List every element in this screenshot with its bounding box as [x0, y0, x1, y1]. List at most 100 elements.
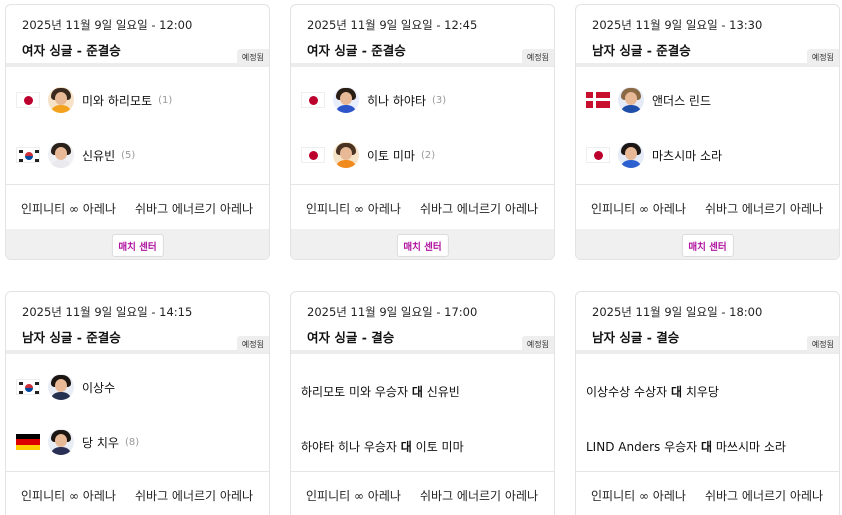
venue-name: 쉬바그 에너르기 아레나: [705, 489, 824, 503]
venue-row: 인피니티 ∞ 아레나 쉬바그 에너르기 아레나: [576, 472, 839, 515]
players-section: 히나 하야타 (3) 이토 미마 (2): [291, 67, 554, 185]
matchup-left: LIND Anders 우승자: [586, 440, 698, 454]
venue-row: 인피니티 ∞ 아레나 쉬바그 에너르기 아레나: [6, 185, 269, 229]
player-avatar: [48, 429, 74, 455]
venue-row: 인피니티 ∞ 아레나 쉬바그 에너르기 아레나: [291, 185, 554, 229]
player-avatar: [618, 87, 644, 113]
match-datetime: 2025년 11월 9일 일요일 - 17:00: [307, 305, 478, 319]
player-name: 신유빈: [82, 148, 116, 163]
venue-name: 쉬바그 에너르기 아레나: [135, 489, 254, 503]
match-card[interactable]: 2025년 11월 9일 일요일 - 12:00 여자 싱글 - 준결승 예정됨…: [5, 4, 270, 260]
korea-flag-icon: [16, 147, 40, 163]
japan-flag-icon: [16, 92, 40, 108]
venue-name: 인피니티 ∞ 아레나: [306, 202, 401, 216]
player-row[interactable]: 신유빈 (5): [16, 138, 135, 172]
match-card[interactable]: 2025년 11월 9일 일요일 - 13:30 남자 싱글 - 준결승 예정됨…: [575, 4, 840, 260]
match-center-bar: 매치 센터: [576, 229, 839, 259]
player-name: 당 치우: [82, 435, 119, 450]
status-badge: 예정됨: [521, 49, 554, 65]
vs-label: 대: [701, 440, 713, 454]
match-card[interactable]: 2025년 11월 9일 일요일 - 12:45 여자 싱글 - 준결승 예정됨…: [290, 4, 555, 260]
vs-label: 대: [400, 440, 412, 454]
match-center-button[interactable]: 매치 센터: [681, 234, 734, 257]
venue-name: 쉬바그 에너르기 아레나: [420, 489, 539, 503]
match-datetime: 2025년 11월 9일 일요일 - 12:45: [307, 18, 478, 32]
venue-name: 인피니티 ∞ 아레나: [591, 489, 686, 503]
venue-name: 인피니티 ∞ 아레나: [306, 489, 401, 503]
player-seed: (8): [124, 436, 140, 448]
card-header: 2025년 11월 9일 일요일 - 12:00 여자 싱글 - 준결승 예정됨: [6, 5, 269, 67]
players-section: 미와 하리모토 (1) 신유빈 (5): [6, 67, 269, 185]
player-avatar: [333, 87, 359, 113]
player-avatar: [48, 374, 74, 400]
player-name: 앤더스 린드: [652, 93, 712, 108]
match-card[interactable]: 2025년 11월 9일 일요일 - 17:00 여자 싱글 - 결승 예정됨 …: [290, 291, 555, 515]
player-row[interactable]: 당 치우 (8): [16, 425, 139, 459]
japan-flag-icon: [586, 147, 610, 163]
player-seed: (1): [158, 94, 173, 106]
match-card[interactable]: 2025년 11월 9일 일요일 - 18:00 남자 싱글 - 결승 예정됨 …: [575, 291, 840, 515]
match-datetime: 2025년 11월 9일 일요일 - 13:30: [592, 18, 763, 32]
denmark-flag-icon: [586, 92, 610, 108]
venue-name: 쉬바그 에너르기 아레나: [705, 202, 824, 216]
match-card[interactable]: 2025년 11월 9일 일요일 - 14:15 남자 싱글 - 준결승 예정됨…: [5, 291, 270, 515]
player-row[interactable]: 마츠시마 소라: [586, 138, 728, 172]
event-title: 여자 싱글 - 준결승: [307, 43, 406, 58]
matchup-left: 이상수상 수상자: [586, 385, 668, 399]
matchup-right: 마쓰시마 소라: [715, 440, 786, 454]
card-header: 2025년 11월 9일 일요일 - 14:15 남자 싱글 - 준결승 예정됨: [6, 292, 269, 354]
japan-flag-icon: [301, 147, 325, 163]
venue-row: 인피니티 ∞ 아레나 쉬바그 에너르기 아레나: [6, 472, 269, 515]
korea-flag-icon: [16, 379, 40, 395]
status-badge: 예정됨: [236, 49, 269, 65]
card-header: 2025년 11월 9일 일요일 - 13:30 남자 싱글 - 준결승 예정됨: [576, 5, 839, 67]
matchup-left: 하야타 히나 우승자: [301, 440, 397, 454]
venue-name: 쉬바그 에너르기 아레나: [420, 202, 539, 216]
matchup-row[interactable]: LIND Anders 우승자 대 마쓰시마 소라: [586, 438, 786, 455]
venue-row: 인피니티 ∞ 아레나 쉬바그 에너르기 아레나: [291, 472, 554, 515]
vs-label: 대: [411, 385, 423, 399]
vs-label: 대: [670, 385, 682, 399]
matchups-section: 이상수상 수상자 대 치우당 LIND Anders 우승자 대 마쓰시마 소라: [576, 354, 839, 472]
player-row[interactable]: 미와 하리모토 (1): [16, 83, 172, 117]
status-badge: 예정됨: [521, 336, 554, 352]
player-seed: (5): [121, 149, 136, 161]
matchup-row[interactable]: 하야타 히나 우승자 대 이토 미마: [301, 438, 464, 455]
japan-flag-icon: [301, 92, 325, 108]
matchup-right: 신유빈: [426, 385, 460, 399]
matchup-right: 치우당: [685, 385, 719, 399]
player-row[interactable]: 이토 미마 (2): [301, 138, 435, 172]
players-section: 이상수 당 치우 (8): [6, 354, 269, 472]
player-name: 히나 하야타: [367, 93, 427, 108]
status-badge: 예정됨: [236, 336, 269, 352]
venue-row: 인피니티 ∞ 아레나 쉬바그 에너르기 아레나: [576, 185, 839, 229]
players-section: 앤더스 린드 마츠시마 소라: [576, 67, 839, 185]
match-grid: 2025년 11월 9일 일요일 - 12:00 여자 싱글 - 준결승 예정됨…: [0, 0, 842, 515]
card-header: 2025년 11월 9일 일요일 - 12:45 여자 싱글 - 준결승 예정됨: [291, 5, 554, 67]
player-name: 미와 하리모토: [82, 93, 153, 108]
match-center-button[interactable]: 매치 센터: [396, 234, 449, 257]
player-seed: (2): [420, 149, 436, 161]
matchups-section: 하리모토 미와 우승자 대 신유빈 하야타 히나 우승자 대 이토 미마: [291, 354, 554, 472]
status-badge: 예정됨: [806, 49, 839, 65]
match-datetime: 2025년 11월 9일 일요일 - 14:15: [22, 305, 193, 319]
player-avatar: [333, 142, 359, 168]
match-center-button[interactable]: 매치 센터: [111, 234, 164, 257]
player-avatar: [48, 142, 74, 168]
matchup-left: 하리모토 미와 우승자: [301, 385, 408, 399]
player-row[interactable]: 이상수: [16, 370, 121, 404]
matchup-row[interactable]: 이상수상 수상자 대 치우당: [586, 383, 719, 400]
venue-name: 인피니티 ∞ 아레나: [21, 202, 116, 216]
player-avatar: [48, 87, 74, 113]
player-row[interactable]: 히나 하야타 (3): [301, 83, 446, 117]
card-header: 2025년 11월 9일 일요일 - 18:00 남자 싱글 - 결승 예정됨: [576, 292, 839, 354]
player-name: 이토 미마: [367, 148, 415, 163]
venue-name: 인피니티 ∞ 아레나: [591, 202, 686, 216]
matchup-row[interactable]: 하리모토 미와 우승자 대 신유빈: [301, 383, 460, 400]
venue-name: 인피니티 ∞ 아레나: [21, 489, 116, 503]
event-title: 남자 싱글 - 준결승: [22, 330, 121, 345]
venue-name: 쉬바그 에너르기 아레나: [135, 202, 254, 216]
player-row[interactable]: 앤더스 린드: [586, 83, 717, 117]
event-title: 여자 싱글 - 준결승: [22, 43, 121, 58]
event-title: 남자 싱글 - 준결승: [592, 43, 691, 58]
